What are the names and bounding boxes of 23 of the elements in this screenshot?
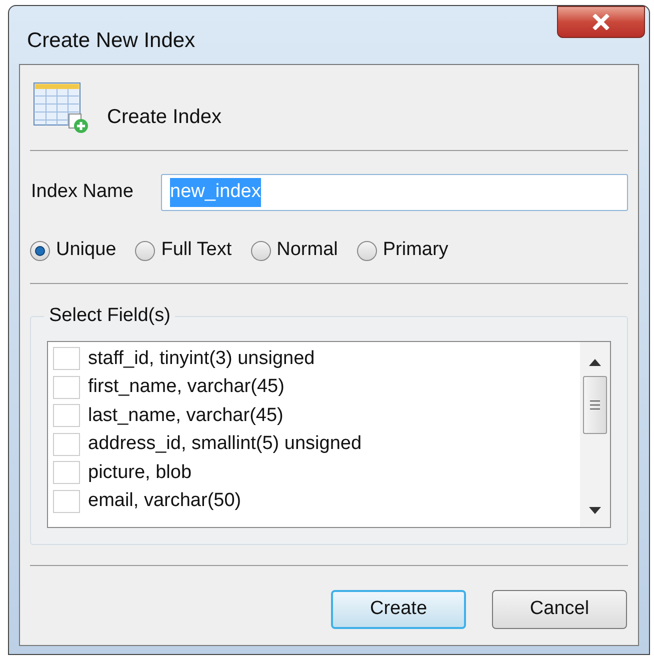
field-checkbox[interactable]: address_id, smallint(5) unsigned (53, 430, 580, 458)
header-title: Create Index (107, 105, 222, 130)
scroll-thumb[interactable] (583, 376, 607, 434)
window-title: Create New Index (27, 28, 196, 54)
scroll-down-icon[interactable] (589, 506, 601, 514)
create-button[interactable]: Create (331, 590, 466, 628)
cancel-button[interactable]: Cancel (492, 590, 627, 628)
close-icon (592, 14, 610, 30)
field-checkbox[interactable]: staff_id, tinyint(3) unsigned (53, 344, 580, 373)
close-button[interactable] (557, 6, 645, 38)
index-type-radio[interactable]: Primary (356, 236, 448, 265)
index-type-radio[interactable]: Unique (30, 236, 116, 265)
table-add-icon (33, 82, 91, 134)
index-type-radio[interactable]: Normal (250, 236, 338, 265)
index-name-label: Index Name (30, 180, 134, 204)
field-checkbox[interactable]: first_name, varchar(45) (53, 373, 580, 402)
index-type-radio[interactable]: Full Text (135, 236, 232, 265)
field-checkbox[interactable]: email, varchar(50) (53, 487, 580, 516)
scrollbar[interactable] (580, 342, 610, 526)
field-checkbox[interactable]: picture, blob (53, 458, 580, 487)
scroll-up-icon[interactable] (589, 358, 601, 366)
fields-group-title: Select Field(s) (48, 304, 172, 328)
field-checkbox[interactable]: last_name, varchar(45) (53, 402, 580, 430)
